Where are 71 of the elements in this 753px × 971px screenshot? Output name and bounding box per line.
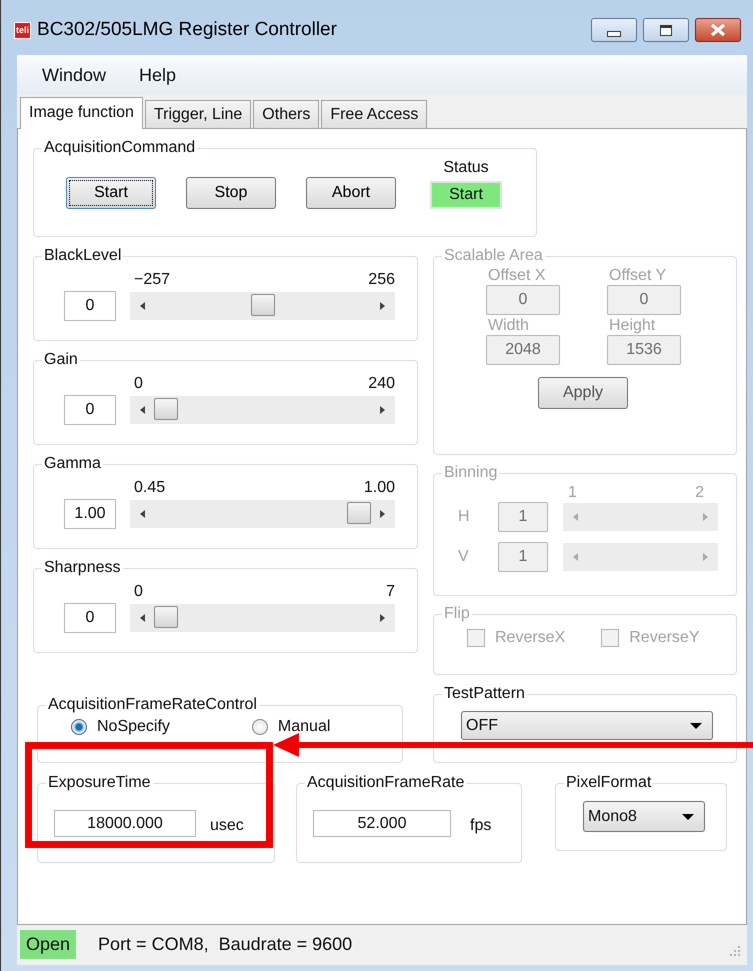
command-button[interactable]: Start — [66, 177, 156, 209]
min-label: −257 — [134, 271, 170, 289]
slider-thumb[interactable] — [154, 606, 178, 628]
command-button[interactable]: Stop — [186, 177, 276, 209]
value-field[interactable]: 18000.000 — [54, 810, 196, 837]
slider-thumb[interactable] — [154, 398, 178, 420]
tab[interactable]: Others — [253, 100, 320, 128]
radio-label: NoSpecify — [97, 718, 170, 736]
axis-label: H — [458, 508, 471, 526]
unit-label: usec — [210, 816, 244, 834]
close-icon — [709, 23, 727, 37]
group-title: PixelFormat — [565, 774, 652, 792]
checkbox-label: ReverseX — [495, 629, 566, 648]
tab[interactable]: Free Access — [321, 100, 428, 128]
value-field[interactable]: 0 — [64, 603, 116, 633]
group-title: AcquisitionCommand — [43, 139, 196, 157]
max-label: 2 — [695, 484, 704, 502]
slider-thumb[interactable] — [250, 294, 274, 316]
menu-item[interactable]: Help — [139, 64, 176, 86]
group-title: ExposureTime — [47, 774, 152, 792]
value-field[interactable]: 1.00 — [64, 499, 116, 529]
radio-button[interactable] — [71, 719, 87, 735]
max-label: 256 — [368, 271, 395, 289]
group-title: TestPattern — [443, 685, 526, 703]
field-label: Offset Y — [609, 267, 668, 285]
group-title: Sharpness — [43, 559, 122, 577]
menu-item[interactable]: Window — [42, 64, 106, 86]
min-label: 1 — [568, 484, 577, 502]
min-label: 0 — [134, 375, 143, 393]
status-text: Port = COM8, Baudrate = 9600 — [98, 934, 352, 954]
axis-label: V — [458, 548, 470, 566]
app-icon: teli — [14, 22, 32, 38]
tab[interactable]: Trigger, Line — [144, 100, 252, 128]
value-field[interactable]: 0 — [64, 395, 116, 425]
field-label: Height — [609, 317, 656, 335]
group-title: AcquisitionFrameRateControl — [47, 696, 258, 714]
min-label: 0 — [134, 583, 143, 601]
max-label: 240 — [368, 375, 395, 393]
status-indicator: Start — [430, 181, 502, 209]
caret-icon — [690, 722, 702, 728]
tab[interactable]: Image function — [20, 97, 143, 129]
unit-label: fps — [470, 816, 492, 834]
group-title: BlackLevel — [43, 247, 122, 265]
max-label: 7 — [386, 583, 395, 601]
window-title: BC302/505LMG Register Controller — [37, 19, 337, 41]
radio-button[interactable] — [252, 719, 268, 735]
field-label: Width — [488, 317, 530, 335]
group-title: Gain — [43, 351, 79, 369]
maximize-button[interactable] — [643, 18, 689, 42]
close-button[interactable] — [695, 18, 741, 42]
group-title: AcquisitionFrameRate — [306, 774, 466, 792]
checkbox-label: ReverseY — [629, 629, 700, 648]
connection-status: Open — [20, 930, 76, 958]
group-title: Gamma — [43, 455, 102, 473]
command-button[interactable]: Abort — [306, 177, 396, 209]
minimize-button[interactable] — [591, 18, 637, 42]
min-label: 0.45 — [134, 479, 166, 497]
caret-icon — [682, 814, 694, 820]
slider-thumb[interactable] — [347, 502, 371, 524]
value-field[interactable]: 52.000 — [313, 810, 451, 837]
status-label: Status — [443, 159, 489, 177]
group-title: Flip — [443, 605, 471, 624]
value-field[interactable]: 0 — [64, 291, 116, 321]
max-label: 1.00 — [364, 479, 395, 497]
resize-grip-icon[interactable] — [729, 945, 741, 957]
group-title: Scalable Area — [443, 247, 544, 265]
radio-label: Manual — [278, 718, 330, 736]
field-label: Offset X — [488, 267, 547, 285]
dropdown[interactable]: Mono8 — [583, 801, 705, 832]
group-title: Binning — [443, 464, 498, 482]
dropdown[interactable]: OFF — [461, 711, 713, 740]
